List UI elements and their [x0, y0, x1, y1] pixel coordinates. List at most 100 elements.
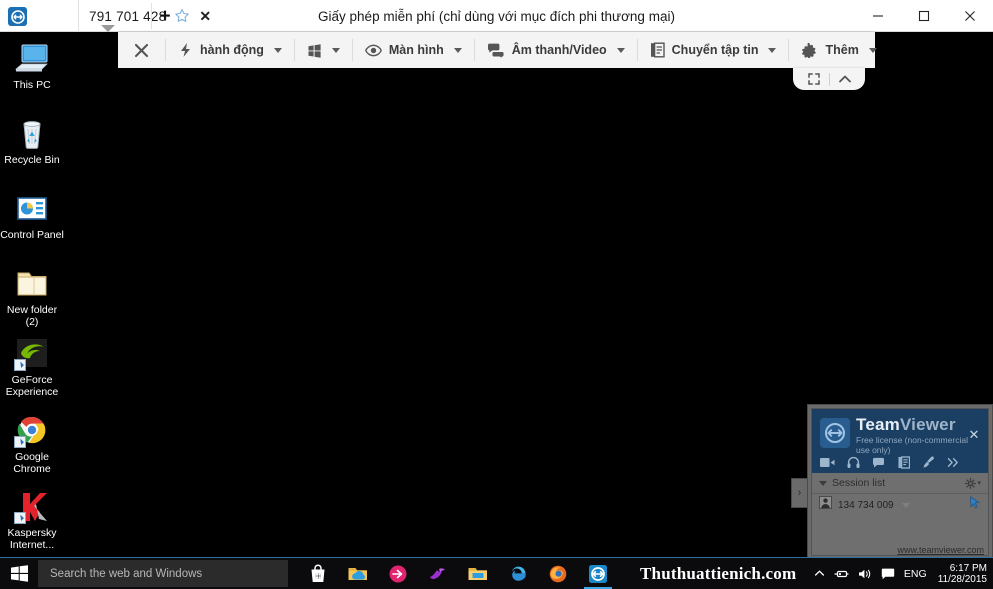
chevron-up-icon[interactable]	[834, 73, 856, 85]
volume-icon[interactable]	[858, 568, 872, 580]
chat-bubble-icon[interactable]	[872, 457, 886, 469]
clock-date: 11/28/2015	[938, 574, 987, 585]
recycle-bin-icon	[14, 117, 50, 151]
chevron-down-icon[interactable]	[869, 48, 877, 53]
taskbar-app-edge[interactable]	[498, 558, 538, 589]
chevron-down-icon[interactable]	[454, 48, 462, 53]
search-input[interactable]: Search the web and Windows	[38, 560, 288, 587]
close-tab-button[interactable]: ✕	[197, 8, 213, 24]
desktop-icon-recycle-bin[interactable]: Recycle Bin	[0, 117, 64, 167]
chevron-down-icon[interactable]	[274, 48, 282, 53]
session-list-header[interactable]: Session list ▾	[812, 473, 988, 494]
shortcut-overlay-icon	[14, 359, 26, 371]
panel-expand-handle[interactable]: ›	[791, 478, 807, 508]
desktop-icon-label: GeForce Experience	[0, 375, 64, 398]
eye-icon	[365, 44, 382, 57]
toolbar-item-label: Âm thanh/Video	[512, 43, 607, 57]
desktop-icon-label: Recycle Bin	[0, 155, 64, 167]
panel-close-button[interactable]: ✕	[967, 427, 981, 441]
desktop-icon-control-panel[interactable]: Control Panel	[0, 192, 64, 242]
chevron-down-icon[interactable]	[819, 481, 827, 486]
close-session-button[interactable]	[118, 32, 165, 68]
puzzle-icon	[801, 42, 818, 58]
panel-body: Session list ▾	[812, 473, 988, 516]
chevron-down-icon[interactable]	[902, 503, 910, 508]
taskbar-app-pink[interactable]	[378, 558, 418, 589]
toolbar-item-label: Màn hình	[389, 43, 444, 57]
taskbar-app-store[interactable]	[298, 558, 338, 589]
show-hidden-icons-button[interactable]	[814, 568, 825, 579]
video-camera-icon[interactable]	[820, 457, 835, 468]
taskbar-app-purple[interactable]	[418, 558, 458, 589]
gear-icon[interactable]: ▾	[965, 478, 981, 489]
panel-inner: TeamViewer Free license (non-commercial …	[811, 408, 989, 556]
windows-icon	[307, 43, 322, 58]
chevron-down-icon[interactable]	[768, 48, 776, 53]
shortcut-overlay-icon	[14, 436, 26, 448]
favorite-star-icon[interactable]	[174, 8, 190, 24]
toolbar-item-file-transfer[interactable]: Chuyển tập tin	[638, 32, 789, 68]
teamviewer-remote-window: 791 701 428 ✕ + Giấy phép miễn phí (chỉ …	[0, 0, 993, 589]
fullscreen-icon[interactable]	[803, 73, 825, 85]
panel-brand: TeamViewer	[856, 415, 956, 435]
desktop-icon-label: Kaspersky Internet...	[0, 528, 64, 551]
chevron-down-icon[interactable]	[617, 48, 625, 53]
desktop-icon-label: New folder (2)	[0, 305, 64, 328]
headset-icon[interactable]	[847, 456, 860, 469]
file-transfer-icon	[650, 42, 665, 58]
taskbar-app-firefox[interactable]	[538, 558, 578, 589]
user-avatar-icon	[819, 496, 832, 514]
start-button[interactable]	[0, 558, 38, 589]
file-transfer-icon[interactable]	[898, 456, 910, 469]
maximize-button[interactable]	[901, 0, 947, 32]
session-id: 134 734 009	[838, 500, 894, 511]
active-tab-caret	[101, 25, 115, 32]
window-controls	[855, 0, 993, 32]
panel-action-icons	[820, 456, 960, 469]
close-button[interactable]	[947, 0, 993, 32]
bolt-icon	[178, 42, 193, 58]
tongue-divider	[829, 73, 830, 86]
taskbar-app-file-explorer-onedrive[interactable]	[338, 558, 378, 589]
whiteboard-brush-icon[interactable]	[922, 456, 935, 469]
toolbar-item-windows[interactable]	[295, 32, 352, 68]
desktop-icon-google-chrome[interactable]: Google Chrome	[0, 414, 64, 475]
teamviewer-logo-icon	[8, 7, 27, 26]
desktop-icon-new-folder[interactable]: New folder (2)	[0, 267, 64, 328]
this-pc-icon	[14, 42, 50, 76]
desktop-icon-this-pc[interactable]: This PC	[0, 42, 64, 92]
new-tab-button[interactable]: +	[155, 6, 175, 26]
toolbar-item-view[interactable]: Màn hình	[353, 32, 474, 68]
toolbar-item-actions[interactable]: hành động	[166, 32, 294, 68]
toolbar-item-more[interactable]: Thêm	[789, 32, 888, 68]
close-icon	[134, 43, 149, 58]
teamviewer-logo-icon	[820, 418, 850, 448]
kaspersky-icon	[14, 490, 50, 524]
teamviewer-website-link[interactable]: www.teamviewer.com	[897, 545, 984, 555]
panel-header: TeamViewer Free license (non-commercial …	[812, 409, 988, 473]
desktop-icon-label: Control Panel	[0, 230, 64, 242]
brand-light: Viewer	[900, 415, 956, 434]
taskbar-app-teamviewer[interactable]	[578, 558, 618, 589]
toolbar-item-label: Thêm	[825, 43, 858, 57]
taskbar-app-folder[interactable]	[458, 558, 498, 589]
watermark: Thuthuattienich.com	[640, 564, 796, 584]
clock-time: 6:17 PM	[950, 563, 987, 574]
brand-bold: Team	[856, 415, 900, 434]
session-tab[interactable]: 791 701 428 ✕	[78, 0, 213, 32]
chevron-down-icon[interactable]	[332, 48, 340, 53]
minimize-button[interactable]	[855, 0, 901, 32]
action-center-icon[interactable]	[881, 568, 895, 580]
toolbar-item-audio-video[interactable]: Âm thanh/Video	[475, 32, 637, 68]
desktop-icon-geforce-experience[interactable]: GeForce Experience	[0, 337, 64, 398]
desktop-icon-kaspersky[interactable]: Kaspersky Internet...	[0, 490, 64, 551]
session-row[interactable]: 134 734 009	[812, 494, 988, 516]
chevron-double-right-icon[interactable]	[947, 457, 960, 468]
desktop-icon-label: Google Chrome	[0, 452, 64, 475]
clock[interactable]: 6:17 PM 11/28/2015	[938, 563, 987, 585]
shortcut-overlay-icon	[14, 512, 26, 524]
network-icon[interactable]	[834, 568, 849, 579]
desktop-icon-label: This PC	[0, 80, 64, 92]
panel-license-text: Free license (non-commercial use only)	[856, 435, 968, 455]
language-indicator[interactable]: ENG	[904, 568, 927, 580]
